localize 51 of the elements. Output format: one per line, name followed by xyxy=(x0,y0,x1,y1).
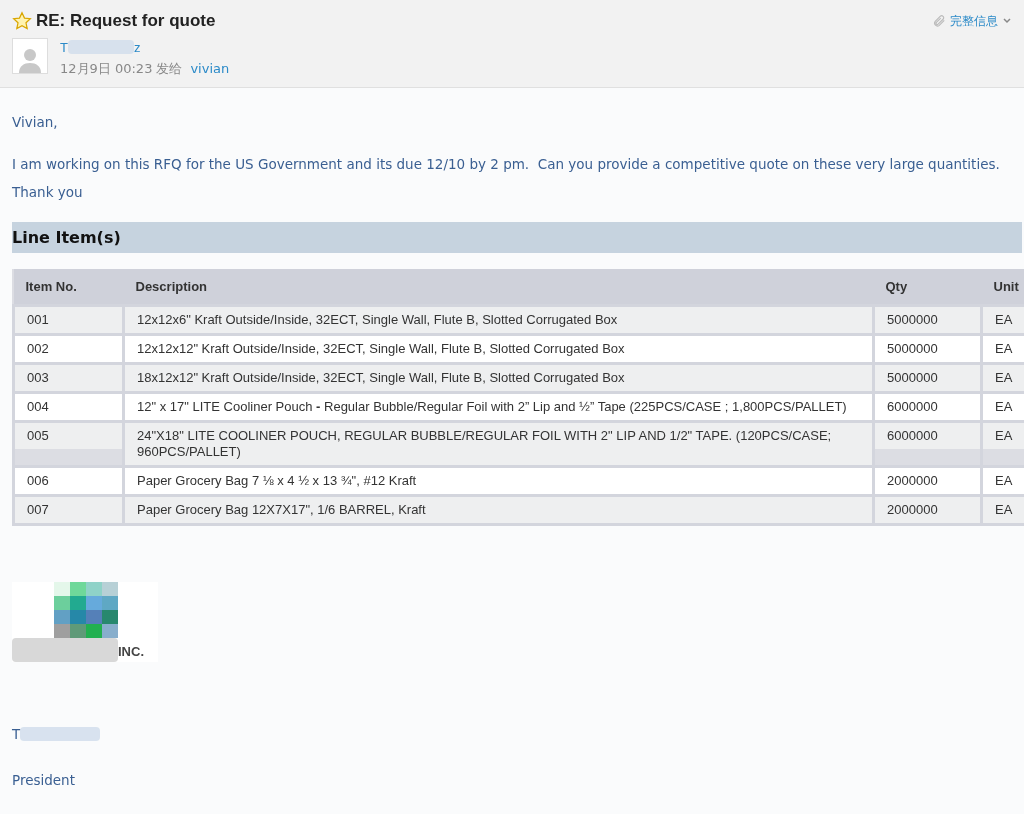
table-cell: 6000000 xyxy=(875,393,980,420)
table-cell: 12x12x12" Kraft Outside/Inside, 32ECT, Single Wall, Flute B, Slotted Corrugated Box xyxy=(125,335,872,362)
signature-name: T xyxy=(12,724,21,744)
redaction-blur xyxy=(67,40,134,55)
table-cell: 2000000 xyxy=(875,467,980,494)
table-cell: 5000000 xyxy=(875,364,980,391)
sent-date: 12月9日 00:23 xyxy=(60,60,153,78)
table-cell: 004 xyxy=(15,393,122,420)
table-cell: 24"X18" LITE COOLINER POUCH, REGULAR BUBBLE/REGULAR FOIL WITH 2" LIP AND 1/2" TAPE. (120PCS/CASE; 960PCS/PALLET) xyxy=(125,422,872,465)
body-paragraph: I am working on this RFQ for the US Government and its due 12/10 by 2 pm. Can you provide a competitive quote on these very large quantities. xyxy=(12,155,1001,175)
table-cell: EA xyxy=(983,364,1024,391)
table-cell: 005 xyxy=(15,422,122,449)
email-subject: RE: Request for quote xyxy=(36,10,216,32)
paperclip-icon xyxy=(932,13,946,28)
chevron-down-icon[interactable] xyxy=(1002,15,1012,26)
column-header: Item No. xyxy=(13,269,124,306)
column-header: Description xyxy=(123,269,874,306)
signature-title: President xyxy=(12,771,76,790)
table-cell: 12" x 17" LITE Cooliner Pouch - Regular Bubble/Regular Foil with 2” Lip and ½” Tape (225PCS/CASE ; 1,800PCS/PALLET) xyxy=(125,393,872,420)
table-cell: 2000000 xyxy=(875,496,980,523)
sent-to-label: 发给 xyxy=(156,60,183,78)
greeting-text: Vivian, xyxy=(12,113,59,132)
star-icon[interactable] xyxy=(12,10,32,31)
table-cell: 006 xyxy=(15,467,122,494)
company-logo: INC. xyxy=(12,581,158,662)
table-cell: EA xyxy=(983,467,1024,494)
table-cell: 5000000 xyxy=(875,335,980,362)
table-cell: 001 xyxy=(15,306,122,333)
table-cell: EA xyxy=(983,496,1024,523)
table-cell: EA xyxy=(983,335,1024,362)
column-header: Qty xyxy=(873,269,982,306)
table-cell: EA xyxy=(983,422,1024,449)
column-header: Unit xyxy=(981,269,1024,306)
table-cell: 003 xyxy=(15,364,122,391)
body-paragraph: Thank you xyxy=(12,183,84,203)
table-cell: 12x12x6" Kraft Outside/Inside, 32ECT, Single Wall, Flute B, Slotted Corrugated Box xyxy=(125,306,872,333)
table-cell: 007 xyxy=(15,496,122,523)
avatar-placeholder xyxy=(12,37,48,74)
table-cell: 6000000 xyxy=(875,422,980,449)
sender-name[interactable]: z xyxy=(133,37,141,57)
sender-name[interactable]: T xyxy=(60,37,68,57)
table-cell: 5000000 xyxy=(875,306,980,333)
table-cell: EA xyxy=(983,393,1024,420)
table-cell: EA xyxy=(983,306,1024,333)
table-cell: Paper Grocery Bag 12X7X17", 1/6 BARREL, Kraft xyxy=(125,496,872,523)
table-cell: Paper Grocery Bag 7 ⅛ x 4 ½ x 13 ¾", #12 Kraft xyxy=(125,467,872,494)
recipient-link[interactable]: vivian xyxy=(190,59,230,79)
details-link[interactable]: 完整信息 xyxy=(950,11,998,30)
section-header: Line Item(s) xyxy=(12,222,1022,254)
table-cell: 18x12x12" Kraft Outside/Inside, 32ECT, Single Wall, Flute B, Slotted Corrugated Box xyxy=(125,364,872,391)
table-cell: 002 xyxy=(15,335,122,362)
